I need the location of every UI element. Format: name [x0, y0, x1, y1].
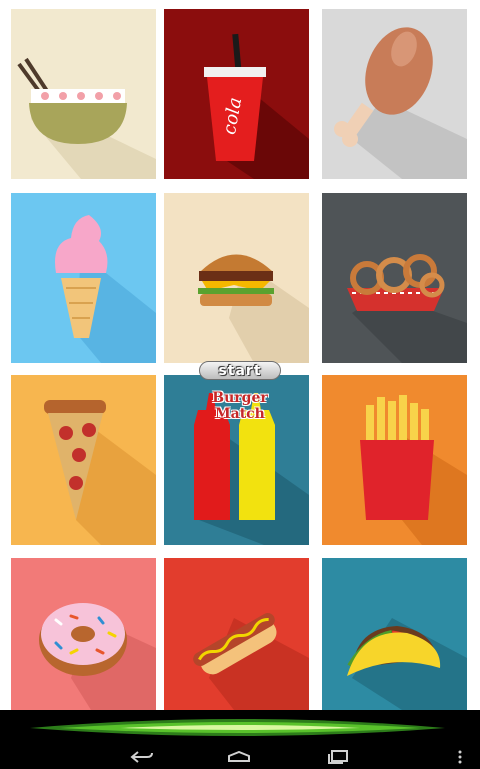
back-icon: [130, 750, 153, 763]
card-cola-cup[interactable]: cola: [164, 9, 309, 179]
card-burger[interactable]: [164, 193, 309, 363]
card-ice-cream-cone[interactable]: [11, 193, 156, 363]
system-navigation-bar: [0, 744, 480, 769]
overflow-menu-button[interactable]: [445, 744, 475, 769]
recent-apps-icon: [328, 749, 348, 764]
taco-icon: [322, 558, 467, 710]
game-title: Burger Match: [212, 390, 268, 422]
card-french-fries[interactable]: [322, 375, 467, 545]
home-button[interactable]: [219, 744, 259, 769]
card-onion-rings[interactable]: [322, 193, 467, 363]
card-chicken-drumstick[interactable]: [322, 9, 467, 179]
burger-icon: [164, 193, 309, 363]
ice-cream-cone-icon: [11, 193, 156, 363]
overflow-menu-icon: [458, 750, 462, 763]
food-card-grid: cola: [0, 0, 480, 710]
cola-cup-icon: cola: [164, 9, 309, 179]
onion-rings-icon: [322, 193, 467, 363]
donut-icon: [11, 558, 156, 710]
pizza-slice-icon: [11, 375, 156, 545]
start-button[interactable]: start: [199, 361, 281, 380]
noodle-bowl-icon: [11, 9, 156, 179]
chicken-drumstick-icon: [322, 9, 467, 179]
card-hot-dog[interactable]: [164, 558, 309, 710]
card-noodle-bowl[interactable]: [11, 9, 156, 179]
card-taco[interactable]: [322, 558, 467, 710]
decorative-banner: [0, 710, 480, 744]
french-fries-icon: [322, 375, 467, 545]
hot-dog-icon: [164, 558, 309, 710]
green-swoosh-graphic: [30, 719, 445, 736]
back-button[interactable]: [122, 744, 162, 769]
recent-apps-button[interactable]: [318, 744, 358, 769]
card-pizza-slice[interactable]: [11, 375, 156, 545]
home-icon: [228, 750, 250, 762]
card-donut[interactable]: [11, 558, 156, 710]
